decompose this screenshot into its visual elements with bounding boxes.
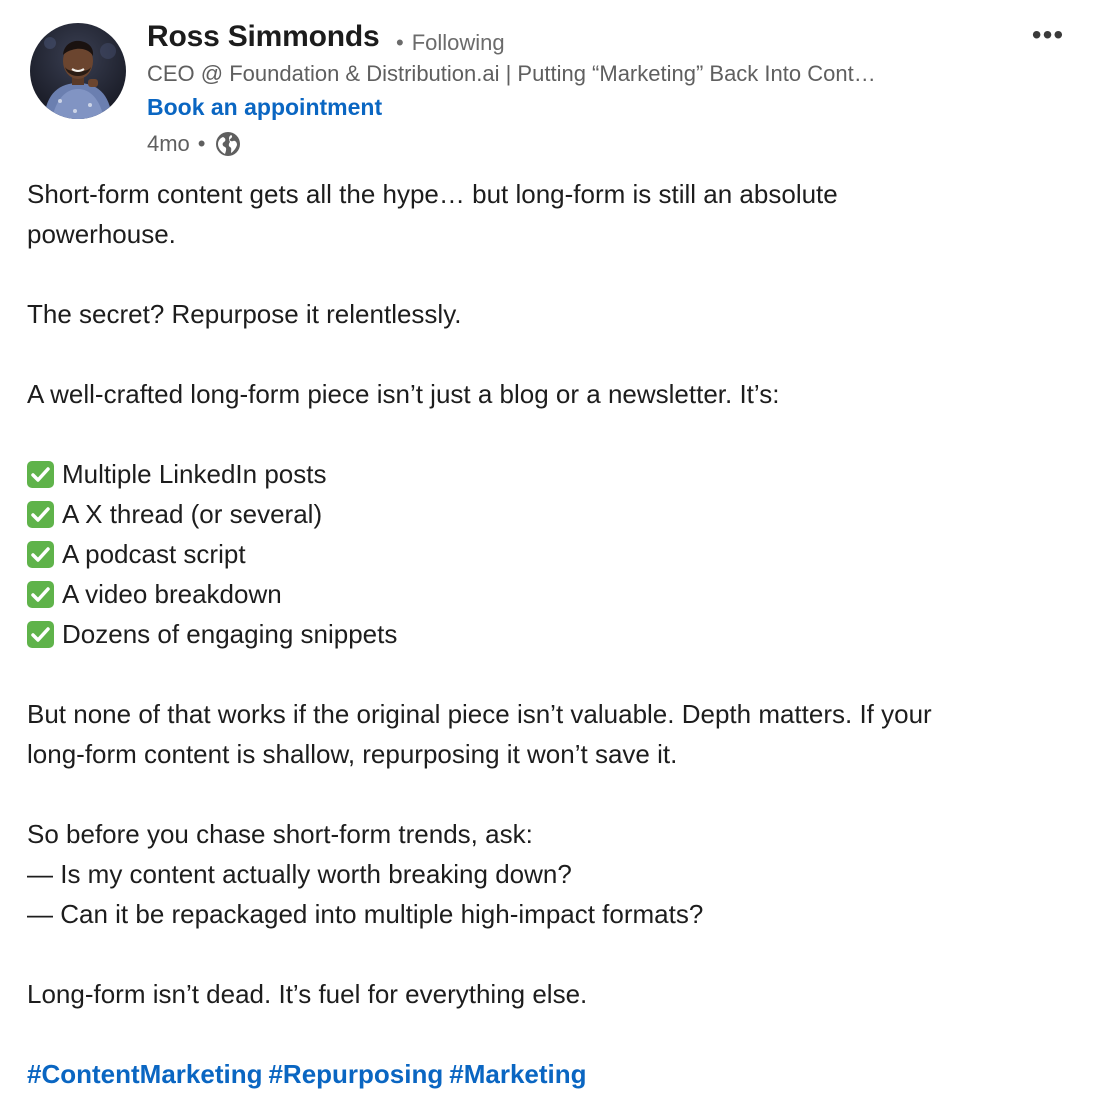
check-mark-button-icon bbox=[27, 580, 54, 608]
checklist-item-label: A podcast script bbox=[62, 539, 246, 569]
follow-status-label: Following bbox=[411, 30, 505, 55]
post-text-line: powerhouse. bbox=[27, 219, 176, 249]
post-text-line: — Can it be repackaged into multiple hig… bbox=[27, 899, 704, 929]
avatar-photo bbox=[30, 23, 126, 119]
checklist-item: A podcast script bbox=[27, 534, 1077, 574]
check-mark-button-icon bbox=[27, 540, 54, 568]
post-time: 4mo bbox=[147, 131, 190, 156]
post-body: Short-form content gets all the hype… bu… bbox=[27, 174, 1077, 1094]
checklist-item: A X thread (or several) bbox=[27, 494, 1077, 534]
author-avatar[interactable] bbox=[30, 23, 126, 119]
author-headline: CEO @ Foundation & Distribution.ai | Put… bbox=[147, 61, 876, 86]
check-mark-button-icon bbox=[27, 620, 54, 648]
checklist-item-label: A X thread (or several) bbox=[62, 499, 323, 529]
hashtag-list: #ContentMarketing #Repurposing #Marketing bbox=[27, 1054, 1077, 1094]
post-text-line: Long-form isn’t dead. It’s fuel for ever… bbox=[27, 979, 588, 1009]
globe-icon bbox=[214, 130, 242, 158]
follow-status: • Following bbox=[396, 30, 505, 56]
check-mark-button-icon bbox=[27, 460, 54, 488]
checklist-item-label: Multiple LinkedIn posts bbox=[62, 459, 327, 489]
hashtag-link[interactable]: #Marketing bbox=[449, 1059, 586, 1089]
post-text-line: So before you chase short-form trends, a… bbox=[27, 819, 533, 849]
post-text-line: A well-crafted long-form piece isn’t jus… bbox=[27, 379, 780, 409]
post-meta: 4mo • bbox=[147, 128, 242, 160]
post-text-line: But none of that works if the original p… bbox=[27, 699, 932, 729]
check-mark-button-icon bbox=[27, 500, 54, 528]
post-text-line: long-form content is shallow, repurposin… bbox=[27, 739, 678, 769]
follow-separator: • bbox=[396, 30, 404, 55]
more-horizontal-icon: ••• bbox=[1031, 19, 1065, 50]
checklist-item: Multiple LinkedIn posts bbox=[27, 454, 1077, 494]
author-name[interactable]: Ross Simmonds bbox=[147, 20, 380, 54]
post-text-line: The secret? Repurpose it relentlessly. bbox=[27, 299, 462, 329]
checklist-item-label: Dozens of engaging snippets bbox=[62, 619, 398, 649]
post-header: Ross Simmonds • Following CEO @ Foundatio… bbox=[0, 0, 1094, 165]
book-appointment-link[interactable]: Book an appointment bbox=[147, 94, 382, 121]
post-text-line: — Is my content actually worth breaking … bbox=[27, 859, 572, 889]
meta-separator: • bbox=[197, 131, 206, 156]
more-options-button[interactable]: ••• bbox=[1025, 19, 1071, 52]
checklist-item: Dozens of engaging snippets bbox=[27, 614, 1077, 654]
checklist-item: A video breakdown bbox=[27, 574, 1077, 614]
hashtag-link[interactable]: #ContentMarketing bbox=[27, 1059, 262, 1089]
post-text-line: Short-form content gets all the hype… bu… bbox=[27, 179, 838, 209]
checklist-item-label: A video breakdown bbox=[62, 579, 282, 609]
hashtag-link[interactable]: #Repurposing bbox=[268, 1059, 443, 1089]
